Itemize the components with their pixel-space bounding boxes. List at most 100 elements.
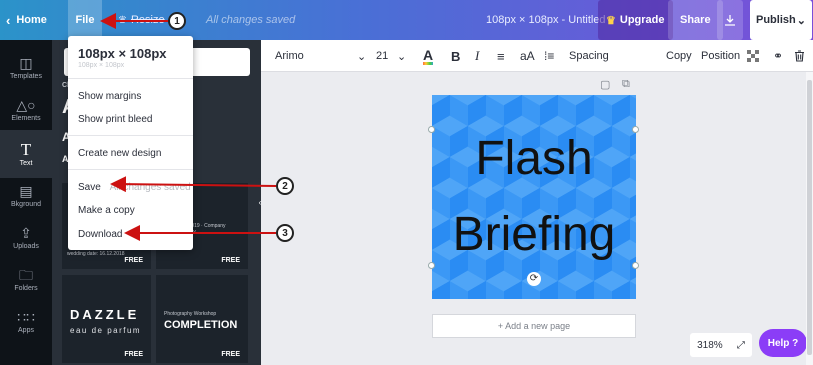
copy-label: Copy: [666, 50, 692, 62]
letter-case-button[interactable]: aA: [520, 40, 535, 72]
rail-label: Templates: [10, 72, 42, 80]
text-icon: T: [20, 139, 32, 159]
free-badge: FREE: [221, 351, 240, 358]
rail-label: Text: [19, 159, 33, 167]
link-icon[interactable]: ⚭: [773, 40, 783, 72]
resize-handle[interactable]: [428, 262, 435, 269]
menu-divider: [68, 135, 193, 136]
rail-item-background[interactable]: ▤ Bkground: [0, 174, 52, 216]
publish-button[interactable]: Publish ⌄: [750, 0, 812, 40]
align-icon[interactable]: ≡: [497, 40, 505, 72]
rail-label: Folders: [14, 284, 38, 292]
font-size-value: 21: [376, 50, 389, 62]
design-text-line-2[interactable]: Briefing: [432, 209, 636, 261]
file-menu-button[interactable]: File: [68, 0, 102, 40]
download-item[interactable]: Download: [78, 229, 122, 240]
free-badge: FREE: [124, 257, 143, 264]
thumbnail-caption: wedding date: 16.12.2018: [67, 251, 125, 257]
rail-item-templates[interactable]: ◫ Templates: [0, 46, 52, 88]
share-button[interactable]: Share: [668, 0, 723, 40]
resize-handle[interactable]: [428, 126, 435, 133]
chevron-left-icon: ‹: [6, 12, 11, 28]
menu-divider: [68, 169, 193, 170]
spacing-label: Spacing: [569, 50, 609, 62]
callout-2: 2: [276, 177, 294, 195]
save-status: All changes saved: [206, 14, 296, 26]
rail-label: Apps: [18, 326, 34, 334]
resize-button[interactable]: ♛ Resize: [118, 0, 165, 40]
upgrade-button[interactable]: ♛ Upgrade: [598, 0, 673, 40]
zoom-control[interactable]: 318% ⤢: [690, 333, 752, 357]
left-rail: ◫ Templates △○ Elements T Text ▤ Bkgroun…: [0, 40, 52, 365]
help-button[interactable]: Help ?: [759, 329, 807, 357]
italic-button[interactable]: I: [475, 40, 479, 72]
bold-button[interactable]: B: [451, 40, 460, 72]
design-page[interactable]: Flash Briefing: [432, 95, 636, 299]
font-family-select[interactable]: Arimo: [275, 40, 304, 72]
document-title[interactable]: 108px × 108px - Untitled: [486, 0, 606, 40]
download-button[interactable]: [717, 0, 743, 40]
template-thumbnail[interactable]: Photography Workshop COMPLETION FREE: [156, 275, 248, 363]
checker-icon: [747, 50, 759, 62]
rail-label: Bkground: [11, 200, 41, 208]
scrollbar-thumb[interactable]: [807, 80, 812, 355]
show-margins-item[interactable]: Show margins: [78, 91, 141, 102]
save-item[interactable]: Save All changes saved: [78, 182, 191, 193]
text-color-button[interactable]: A: [423, 40, 434, 72]
show-print-bleed-item[interactable]: Show print bleed: [78, 114, 153, 125]
comment-icon[interactable]: ▢: [600, 78, 610, 91]
add-page-button[interactable]: + Add a new page: [432, 314, 636, 338]
home-button[interactable]: ‹ Home: [6, 0, 47, 40]
spacing-button[interactable]: Spacing: [569, 40, 609, 72]
question-icon: ?: [792, 337, 799, 349]
resize-label: Resize: [130, 14, 165, 26]
transparency-icon[interactable]: [747, 40, 759, 72]
position-label: Position: [701, 50, 741, 62]
text-toolbar: Arimo ⌄ 21 ⌄ A B I ≡ aA ⁞≡ Spacing Copy …: [261, 40, 813, 72]
thumbnail-title: COMPLETION: [164, 319, 238, 331]
rail-label: Uploads: [13, 242, 39, 250]
rail-item-uploads[interactable]: ⇪ Uploads: [0, 216, 52, 258]
copy-button[interactable]: Copy: [666, 40, 692, 72]
rail-item-folders[interactable]: 🗀 Folders: [0, 258, 52, 300]
chevron-down-icon: ⌄: [796, 14, 806, 27]
font-family-value: Arimo: [275, 50, 304, 62]
menu-dimensions-subtitle: 108px × 108px: [78, 62, 125, 69]
rotate-handle-icon[interactable]: ⟳: [527, 272, 541, 286]
callout-3: 3: [276, 224, 294, 242]
rail-item-text[interactable]: T Text: [0, 130, 52, 178]
chevron-down-icon[interactable]: ⌄: [357, 40, 366, 72]
crown-icon: ♛: [118, 14, 127, 26]
resize-handle[interactable]: [632, 126, 639, 133]
folder-icon: 🗀: [19, 266, 33, 283]
file-label: File: [75, 14, 95, 26]
grid-icon: ∷∷: [17, 308, 35, 325]
list-icon[interactable]: ⁞≡: [544, 40, 554, 72]
create-new-design-item[interactable]: Create new design: [78, 148, 161, 159]
template-thumbnail[interactable]: DAZZLE eau de parfum FREE: [62, 275, 151, 363]
position-button[interactable]: Position: [701, 40, 740, 72]
top-bar: ‹ Home File ♛ Resize All changes saved 1…: [0, 0, 813, 40]
trash-icon[interactable]: [794, 40, 805, 72]
rail-item-apps[interactable]: ∷∷ Apps: [0, 300, 52, 342]
resize-handle[interactable]: [632, 262, 639, 269]
rail-item-elements[interactable]: △○ Elements: [0, 88, 52, 130]
home-label: Home: [16, 14, 47, 26]
template-icon: ◫: [19, 54, 33, 71]
text-color-icon: A: [423, 46, 434, 65]
publish-label: Publish: [756, 14, 796, 26]
chevron-down-icon[interactable]: ⌄: [397, 40, 406, 72]
duplicate-page-icon[interactable]: ⧉: [622, 78, 630, 91]
design-text-line-1[interactable]: Flash: [432, 133, 636, 185]
font-size-select[interactable]: 21: [376, 40, 388, 72]
save-item-status: All changes saved: [109, 182, 191, 193]
background-icon: ▤: [19, 182, 33, 199]
thumbnail-subtitle: Photography Workshop: [164, 311, 217, 317]
expand-icon[interactable]: ⤢: [737, 340, 745, 351]
letter-case-label: aA: [520, 49, 535, 63]
zoom-value: 318%: [697, 339, 723, 351]
menu-divider: [68, 78, 193, 79]
crown-icon: ♛: [606, 14, 616, 27]
make-copy-item[interactable]: Make a copy: [78, 205, 135, 216]
save-label: Save: [78, 182, 101, 193]
